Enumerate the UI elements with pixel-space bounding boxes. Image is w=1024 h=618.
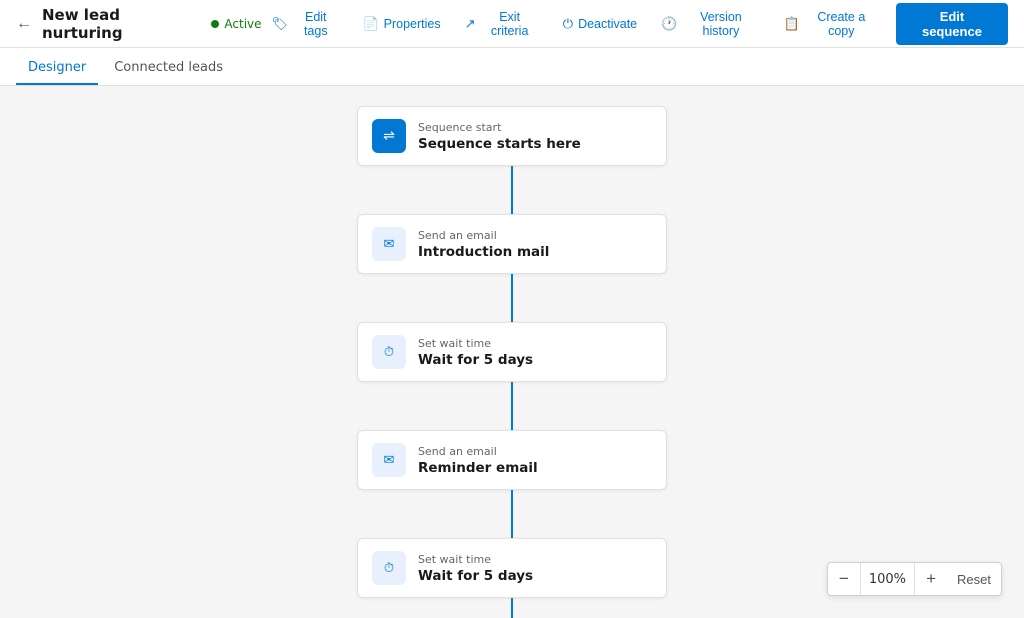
exit-criteria-button[interactable]: ↗ Exit criteria xyxy=(455,5,549,43)
reminder-email-content: Send an email Reminder email xyxy=(418,445,652,476)
flow-container: ⇌ Sequence start Sequence starts here ✉ … xyxy=(352,106,672,618)
wait-2-icon: ⏱ xyxy=(372,551,406,585)
status-label: Active xyxy=(224,17,261,31)
back-icon: ← xyxy=(16,15,32,32)
properties-label: Properties xyxy=(384,17,441,31)
intro-email-icon: ✉ xyxy=(372,227,406,261)
intro-email-title: Introduction mail xyxy=(418,244,652,260)
canvas: ⇌ Sequence start Sequence starts here ✉ … xyxy=(0,86,1024,618)
zoom-out-button[interactable]: − xyxy=(828,563,860,595)
zoom-in-button[interactable]: + xyxy=(915,563,947,595)
exit-criteria-label: Exit criteria xyxy=(481,10,539,38)
sequence-start-card[interactable]: ⇌ Sequence start Sequence starts here xyxy=(357,106,667,166)
start-card-content: Sequence start Sequence starts here xyxy=(418,121,652,152)
create-copy-icon: 📋 xyxy=(784,16,800,32)
version-history-icon: 🕐 xyxy=(661,16,677,32)
connector-2 xyxy=(511,274,513,322)
properties-icon: 📄 xyxy=(362,16,378,32)
intro-email-card[interactable]: ✉ Send an email Introduction mail xyxy=(357,214,667,274)
connector-5 xyxy=(511,598,513,618)
reminder-email-title: Reminder email xyxy=(418,460,652,476)
connector-3 xyxy=(511,382,513,430)
edit-tags-icon: 🏷 xyxy=(272,16,289,32)
header-actions: 🏷 Edit tags 📄 Properties ↗ Exit criteria… xyxy=(262,3,1008,45)
wait-5days-1-card[interactable]: ⏱ Set wait time Wait for 5 days xyxy=(357,322,667,382)
start-card-icon: ⇌ xyxy=(372,119,406,153)
page-title: New lead nurturing xyxy=(42,6,201,42)
intro-email-label: Send an email xyxy=(418,229,652,242)
wait-1-title: Wait for 5 days xyxy=(418,352,652,368)
edit-sequence-button[interactable]: Edit sequence xyxy=(896,3,1008,45)
status-badge: Active xyxy=(211,17,261,31)
wait-2-label: Set wait time xyxy=(418,553,652,566)
exit-criteria-icon: ↗ xyxy=(465,16,476,32)
properties-button[interactable]: 📄 Properties xyxy=(352,11,450,37)
zoom-value: 100% xyxy=(860,563,915,595)
status-dot xyxy=(211,20,219,28)
zoom-controls: − 100% + Reset xyxy=(827,562,1002,596)
wait-5days-2-card[interactable]: ⏱ Set wait time Wait for 5 days xyxy=(357,538,667,598)
wait-1-label: Set wait time xyxy=(418,337,652,350)
deactivate-button[interactable]: ⏻ Deactivate xyxy=(553,11,647,37)
edit-tags-label: Edit tags xyxy=(293,10,338,38)
reminder-email-label: Send an email xyxy=(418,445,652,458)
reminder-email-icon: ✉ xyxy=(372,443,406,477)
create-copy-label: Create a copy xyxy=(805,10,878,38)
tab-connected-leads[interactable]: Connected leads xyxy=(102,52,235,85)
wait-2-title: Wait for 5 days xyxy=(418,568,652,584)
version-history-button[interactable]: 🕐 Version history xyxy=(651,5,769,43)
wait-1-content: Set wait time Wait for 5 days xyxy=(418,337,652,368)
start-card-title: Sequence starts here xyxy=(418,136,652,152)
reminder-email-card[interactable]: ✉ Send an email Reminder email xyxy=(357,430,667,490)
zoom-reset-button[interactable]: Reset xyxy=(947,563,1001,595)
header: ← New lead nurturing Active 🏷 Edit tags … xyxy=(0,0,1024,48)
back-button[interactable]: ← xyxy=(16,15,32,33)
start-card-label: Sequence start xyxy=(418,121,652,134)
wait-2-content: Set wait time Wait for 5 days xyxy=(418,553,652,584)
create-copy-button[interactable]: 📋 Create a copy xyxy=(774,5,888,43)
intro-email-content: Send an email Introduction mail xyxy=(418,229,652,260)
connector-4 xyxy=(511,490,513,538)
edit-tags-button[interactable]: 🏷 Edit tags xyxy=(262,5,349,43)
wait-1-icon: ⏱ xyxy=(372,335,406,369)
version-history-label: Version history xyxy=(682,10,759,38)
tab-designer[interactable]: Designer xyxy=(16,52,98,85)
connector-1 xyxy=(511,166,513,214)
tabs: Designer Connected leads xyxy=(0,48,1024,86)
deactivate-icon: ⏻ xyxy=(563,16,573,32)
deactivate-label: Deactivate xyxy=(578,17,637,31)
